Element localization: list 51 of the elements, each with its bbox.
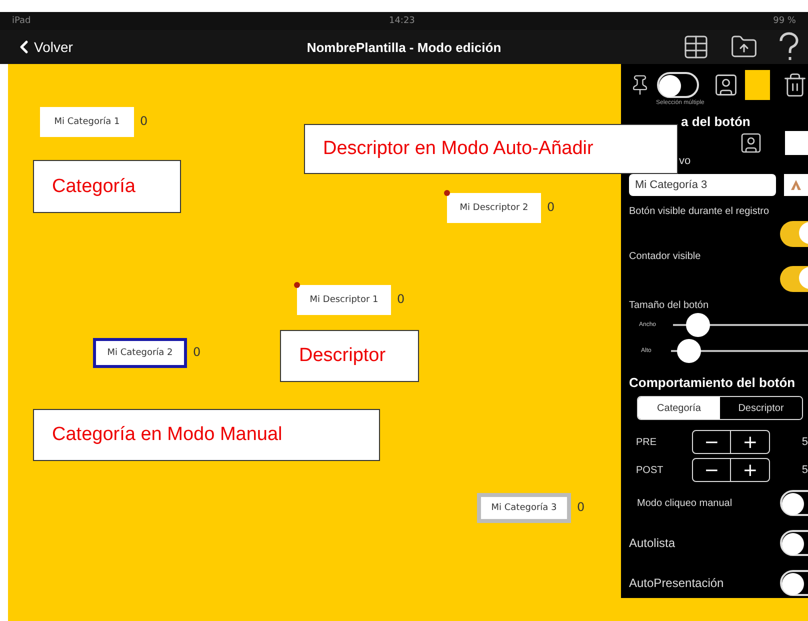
section-heading: Comportamiento del botón <box>629 375 796 390</box>
annotation-label: Categoría en Modo Manual <box>33 409 380 461</box>
counter: 0 <box>397 292 405 306</box>
category-button[interactable]: Mi Categoría 2 <box>93 338 187 368</box>
section-label: Tamaño del botón <box>629 300 709 311</box>
minus-button[interactable]: − <box>692 431 730 453</box>
toggle-label: AutoPresentación <box>629 576 724 590</box>
portrait-frame-icon[interactable] <box>739 131 763 155</box>
color-swatch[interactable] <box>785 131 808 155</box>
segment-tab[interactable]: Categoría <box>638 397 720 419</box>
toggle-label: Contador visible <box>629 251 701 262</box>
stepper-value: 5 <box>802 464 808 476</box>
portrait-frame-icon[interactable] <box>713 72 739 98</box>
toggle-label: Modo cliqueo manual <box>637 498 732 508</box>
toggle-label: Botón visible durante el registro <box>629 206 770 217</box>
descriptor-button[interactable]: Mi Descriptor 2 <box>447 193 541 223</box>
toggle-switch[interactable] <box>657 72 699 98</box>
stepper-label: PRE <box>636 436 658 448</box>
category-button[interactable]: Mi Categoría 1 <box>40 107 134 137</box>
device-name: iPad <box>12 16 31 26</box>
color-swatch[interactable] <box>745 70 770 100</box>
annotation-label: Categoría <box>33 160 181 213</box>
trash-icon[interactable] <box>782 72 808 98</box>
clock-time: 14:23 <box>388 16 415 26</box>
name-field[interactable]: Mi Categoría 3 <box>629 174 776 196</box>
back-link[interactable]: Volver <box>34 39 73 55</box>
plus-button[interactable]: + <box>730 431 769 453</box>
counter: 0 <box>577 500 585 514</box>
counter: 0 <box>547 200 555 214</box>
font-icon[interactable] <box>784 174 808 196</box>
annotation-label: Descriptor en Modo Auto-Añadir <box>304 124 678 174</box>
battery-level: 99 % <box>773 16 796 26</box>
slider-thumb[interactable] <box>686 313 710 337</box>
slider-thumb[interactable] <box>676 339 701 363</box>
marker-dot <box>294 282 300 288</box>
toggle-label: Autolista <box>629 536 676 550</box>
minus-button[interactable]: − <box>692 459 730 481</box>
stepper-value: 5 <box>802 436 808 448</box>
category-button[interactable]: Mi Categoría 3 <box>477 493 571 523</box>
counter: 0 <box>140 114 148 128</box>
section-heading: a del botón <box>681 114 750 129</box>
field-label: vo <box>679 155 691 167</box>
descriptor-button[interactable]: Mi Descriptor 1 <box>297 285 391 315</box>
help-icon[interactable] <box>778 32 800 62</box>
table-icon[interactable] <box>682 33 710 61</box>
counter: 0 <box>193 345 201 359</box>
plus-button[interactable]: + <box>730 459 769 481</box>
stepper-label: POST <box>636 464 664 476</box>
annotation-label: Descriptor <box>280 330 419 382</box>
window-title: NombrePlantilla - Modo edición <box>306 40 502 54</box>
marker-dot <box>444 190 450 196</box>
